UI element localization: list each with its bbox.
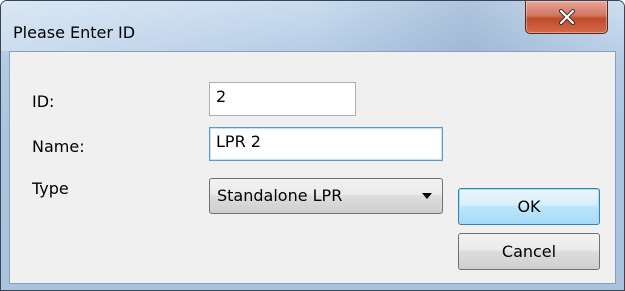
type-dropdown[interactable]: Standalone LPR [209,178,443,214]
cancel-button[interactable]: Cancel [458,233,600,270]
dialog-window: Please Enter ID ID: 2 Name: LPR 2 Type S… [0,0,625,291]
type-label: Type [32,179,69,198]
chevron-down-icon [422,193,432,199]
title-bar[interactable]: Please Enter ID [1,1,624,51]
window-title: Please Enter ID [13,23,136,42]
name-label: Name: [32,137,85,156]
close-button[interactable] [525,1,608,34]
id-label: ID: [32,92,55,111]
ok-button[interactable]: OK [458,188,600,225]
dialog-body: ID: 2 Name: LPR 2 Type Standalone LPR OK… [9,51,616,284]
close-icon [559,9,575,25]
name-field[interactable]: LPR 2 [209,127,443,161]
id-field[interactable]: 2 [209,82,356,116]
type-selected-value: Standalone LPR [217,186,343,205]
